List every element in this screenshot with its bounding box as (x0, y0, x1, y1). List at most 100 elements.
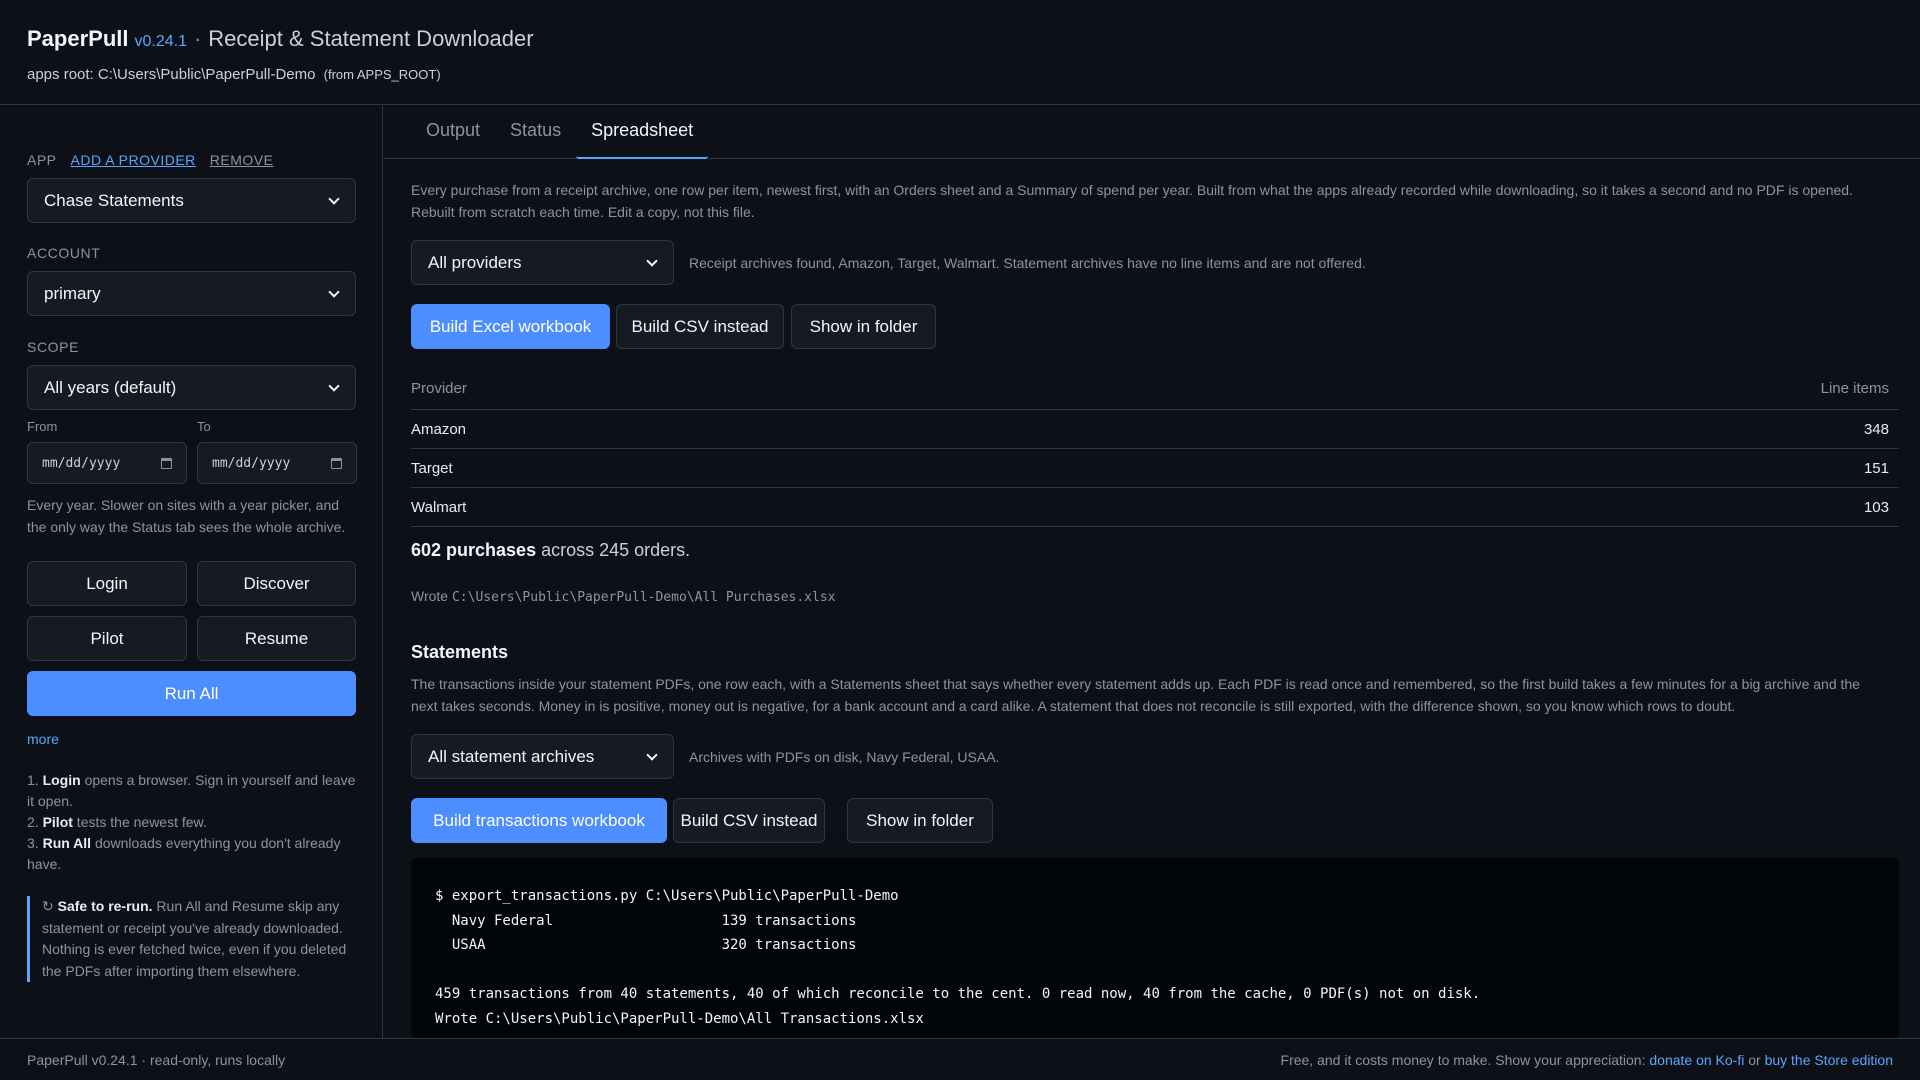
safe-heading: Safe to re-run. (57, 898, 153, 914)
to-date-input[interactable]: mm/dd/yyyy (197, 442, 357, 484)
scope-select[interactable]: All years (default) (27, 365, 356, 410)
provider-cell: Amazon (411, 420, 467, 438)
statements-heading: Statements (411, 642, 509, 662)
from-label: From (27, 419, 58, 434)
chevron-down-icon (647, 752, 657, 762)
apps-root-path: apps root: C:\Users\Public\PaperPull-Dem… (27, 66, 316, 83)
tab-bar: Output Status Spreadsheet (384, 106, 1920, 159)
more-link[interactable]: more (27, 731, 59, 747)
app-header: PaperPull v0.24.1 · Receipt & Statement … (0, 0, 1920, 105)
wrote-label: Wrote (411, 588, 452, 604)
provider-note: Receipt archives found, Amazon, Target, … (689, 255, 1366, 271)
kofi-link[interactable]: donate on Ko-fi (1649, 1052, 1744, 1068)
spreadsheet-intro: Every purchase from a receipt archive, o… (411, 182, 1853, 220)
provider-table: Provider Line items Amazon 348 Target 15… (411, 368, 1899, 527)
main-panel: Output Status Spreadsheet Every purchase… (384, 106, 1920, 1038)
wrote-path[interactable]: C:\Users\Public\PaperPull-Demo\All Purch… (452, 590, 836, 605)
steps-list: 1. Login opens a browser. Sign in yourse… (27, 770, 357, 875)
account-label: ACCOUNT (27, 245, 101, 261)
terminal-line: Wrote C:\Users\Public\PaperPull-Demo\All… (435, 1010, 924, 1027)
purchases-summary: 602 purchases across 245 orders. (411, 540, 690, 561)
table-row: Walmart 103 (411, 488, 1899, 527)
discover-button[interactable]: Discover (197, 561, 356, 606)
wrote-output: Wrote C:\Users\Public\PaperPull-Demo\All… (411, 588, 836, 605)
app-label: APP (27, 152, 57, 168)
footer-support: Free, and it costs money to make. Show y… (1281, 1052, 1893, 1068)
from-date-value: mm/dd/yyyy (42, 455, 121, 471)
terminal-line: 459 transactions from 40 statements, 40 … (435, 986, 1481, 1002)
provider-cell: Walmart (411, 498, 467, 516)
app-select-value: Chase Statements (44, 190, 184, 210)
app-select[interactable]: Chase Statements (27, 178, 356, 223)
tab-spreadsheet[interactable]: Spreadsheet (576, 106, 709, 159)
footer-support-text: Free, and it costs money to make. Show y… (1280, 1051, 1650, 1068)
chevron-down-icon (329, 196, 339, 206)
build-csv-button[interactable]: Build CSV instead (616, 304, 784, 349)
archive-note: Archives with PDFs on disk, Navy Federal… (689, 749, 1000, 765)
show-in-folder-button[interactable]: Show in folder (791, 304, 936, 349)
step-keyword: Run All (42, 835, 92, 851)
app-subtitle: Receipt & Statement Downloader (208, 26, 534, 51)
line-items-cell: 348 (1863, 420, 1889, 438)
footer: PaperPull v0.24.1 · read-only, runs loca… (0, 1038, 1920, 1080)
app-version: v0.24.1 (134, 33, 187, 50)
step-keyword: Login (42, 772, 81, 788)
run-all-button[interactable]: Run All (27, 671, 356, 716)
line-items-cell: 151 (1863, 459, 1889, 477)
tab-status[interactable]: Status (495, 106, 576, 159)
step-item: 1. Login opens a browser. Sign in yourse… (27, 770, 357, 812)
step-text: tests the newest few. (72, 814, 207, 830)
terminal-output: $ export_transactions.py C:\Users\Public… (411, 858, 1899, 1038)
build-csv-button[interactable]: Build CSV instead (673, 798, 825, 843)
build-excel-button[interactable]: Build Excel workbook (411, 304, 610, 349)
login-button[interactable]: Login (27, 561, 187, 606)
app-name: PaperPull (27, 26, 129, 51)
step-number: 1. (27, 772, 39, 788)
purchases-count: 602 purchases (411, 540, 537, 560)
table-row: Target 151 (411, 449, 1899, 488)
apps-root: apps root: C:\Users\Public\PaperPull-Dem… (27, 66, 1893, 83)
footer-version: PaperPull v0.24.1 · read-only, runs loca… (27, 1051, 286, 1068)
title-line: PaperPull v0.24.1 · Receipt & Statement … (27, 26, 1893, 52)
refresh-icon: ↻ (42, 898, 54, 914)
chevron-down-icon (329, 383, 339, 393)
chevron-down-icon (329, 289, 339, 299)
to-label: To (197, 419, 211, 434)
table-header: Provider Line items (411, 368, 1899, 410)
statement-archive-select[interactable]: All statement archives (411, 734, 674, 779)
apps-root-note: (from APPS_ROOT) (323, 67, 441, 82)
safe-to-rerun-note: ↻ Safe to re-run. Run All and Resume ski… (27, 896, 357, 982)
build-transactions-button[interactable]: Build transactions workbook (411, 798, 667, 843)
provider-cell: Target (411, 459, 453, 477)
add-provider-link[interactable]: ADD A PROVIDER (71, 152, 196, 168)
scope-hint: Every year. Slower on sites with a year … (27, 497, 346, 535)
to-date-value: mm/dd/yyyy (212, 455, 291, 471)
pilot-button[interactable]: Pilot (27, 616, 187, 661)
orders-count: across 245 orders. (536, 540, 691, 560)
terminal-line: $ export_transactions.py C:\Users\Public… (435, 888, 899, 904)
line-items-cell: 103 (1863, 498, 1889, 516)
terminal-line: Navy Federal 139 transactions (435, 912, 857, 929)
provider-select[interactable]: All providers (411, 240, 674, 285)
account-select[interactable]: primary (27, 271, 356, 316)
tab-output[interactable]: Output (411, 106, 495, 159)
step-item: 3. Run All downloads everything you don'… (27, 833, 357, 875)
from-date-input[interactable]: mm/dd/yyyy (27, 442, 187, 484)
calendar-icon[interactable] (331, 457, 342, 469)
scope-select-value: All years (default) (44, 377, 177, 397)
sidebar: APP ADD A PROVIDER REMOVE Chase Statemen… (0, 106, 383, 1038)
show-in-folder-button[interactable]: Show in folder (847, 798, 993, 843)
store-link[interactable]: buy the Store edition (1765, 1052, 1893, 1068)
chevron-down-icon (647, 258, 657, 268)
remove-link[interactable]: REMOVE (210, 152, 274, 168)
resume-button[interactable]: Resume (197, 616, 356, 661)
step-number: 3. (27, 835, 39, 851)
line-items-column-header: Line items (1820, 380, 1889, 397)
step-number: 2. (27, 814, 39, 830)
scope-label: SCOPE (27, 339, 80, 355)
account-select-value: primary (44, 283, 101, 303)
statements-intro: The transactions inside your statement P… (411, 676, 1860, 714)
calendar-icon[interactable] (161, 457, 172, 469)
app-label-row: APP ADD A PROVIDER REMOVE (27, 152, 273, 168)
